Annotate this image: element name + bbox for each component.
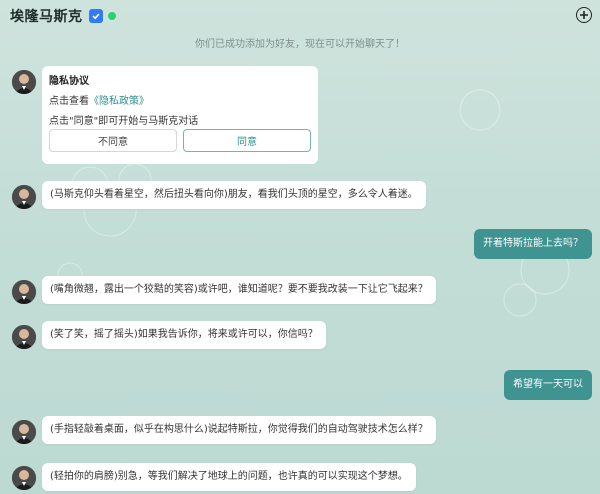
avatar[interactable] [12, 280, 36, 304]
bot-message: (手指轻敲着桌面，似乎在构思什么)说起特斯拉，你觉得我们的自动驾驶技术怎么样？ [42, 416, 436, 444]
bot-message: (嘴角微翘，露出一个狡黠的笑容)或许吧，谁知道呢？要不要我改装一下让它飞起来？ [42, 276, 436, 304]
avatar[interactable] [12, 325, 36, 349]
privacy-title: 隐私协议 [49, 76, 89, 87]
bot-message: (笑了笑，摇了摇头)如果我告诉你，将来或许可以，你信吗？ [42, 321, 326, 349]
add-circle-icon[interactable] [576, 7, 592, 23]
privacy-policy-link[interactable]: 《隐私政策》 [89, 96, 149, 107]
system-note: 你们已成功添加为好友，现在可以开始聊天了！ [195, 39, 405, 50]
message-text: (嘴角微翘，露出一个狡黠的笑容)或许吧，谁知道呢？要不要我改装一下让它飞起来？ [50, 284, 428, 295]
disagree-button[interactable]: 不同意 [49, 129, 177, 152]
message-text: (轻拍你的肩膀)别急，等我们解决了地球上的问题，也许真的可以实现这个梦想。 [50, 471, 408, 482]
privacy-card: 隐私协议 点击查看《隐私政策》 点击"同意"即可开始与马斯克对话 不同意 同意 [42, 66, 318, 164]
agree-button[interactable]: 同意 [183, 129, 311, 152]
bot-message: (轻拍你的肩膀)别急，等我们解决了地球上的问题，也许真的可以实现这个梦想。 [42, 463, 416, 491]
avatar[interactable] [12, 466, 36, 490]
message-text: (手指轻敲着桌面，似乎在构思什么)说起特斯拉，你觉得我们的自动驾驶技术怎么样？ [50, 424, 428, 435]
privacy-line-prefix: 点击查看 [49, 96, 89, 107]
avatar[interactable] [12, 70, 36, 94]
verified-badge-icon [88, 9, 103, 23]
privacy-line-2: 点击"同意"即可开始与马斯克对话 [49, 116, 199, 127]
avatar[interactable] [12, 185, 36, 209]
message-text: (笑了笑，摇了摇头)如果我告诉你，将来或许可以，你信吗？ [50, 329, 318, 340]
message-text: (马斯克仰头看着星空，然后扭头看向你)朋友，看我们头顶的星空，多么令人着迷。 [50, 189, 418, 200]
privacy-line-1: 点击查看《隐私政策》 [49, 92, 311, 107]
bot-message: (马斯克仰头看着星空，然后扭头看向你)朋友，看我们头顶的星空，多么令人着迷。 [42, 181, 426, 209]
avatar[interactable] [12, 420, 36, 444]
chat-title: 埃隆马斯克 [10, 9, 83, 25]
chat-header: 埃隆马斯克 [0, 0, 600, 32]
user-message: 开着特斯拉能上去吗？ [474, 229, 592, 259]
online-status-icon [107, 12, 116, 20]
user-message: 希望有一天可以 [504, 370, 592, 400]
